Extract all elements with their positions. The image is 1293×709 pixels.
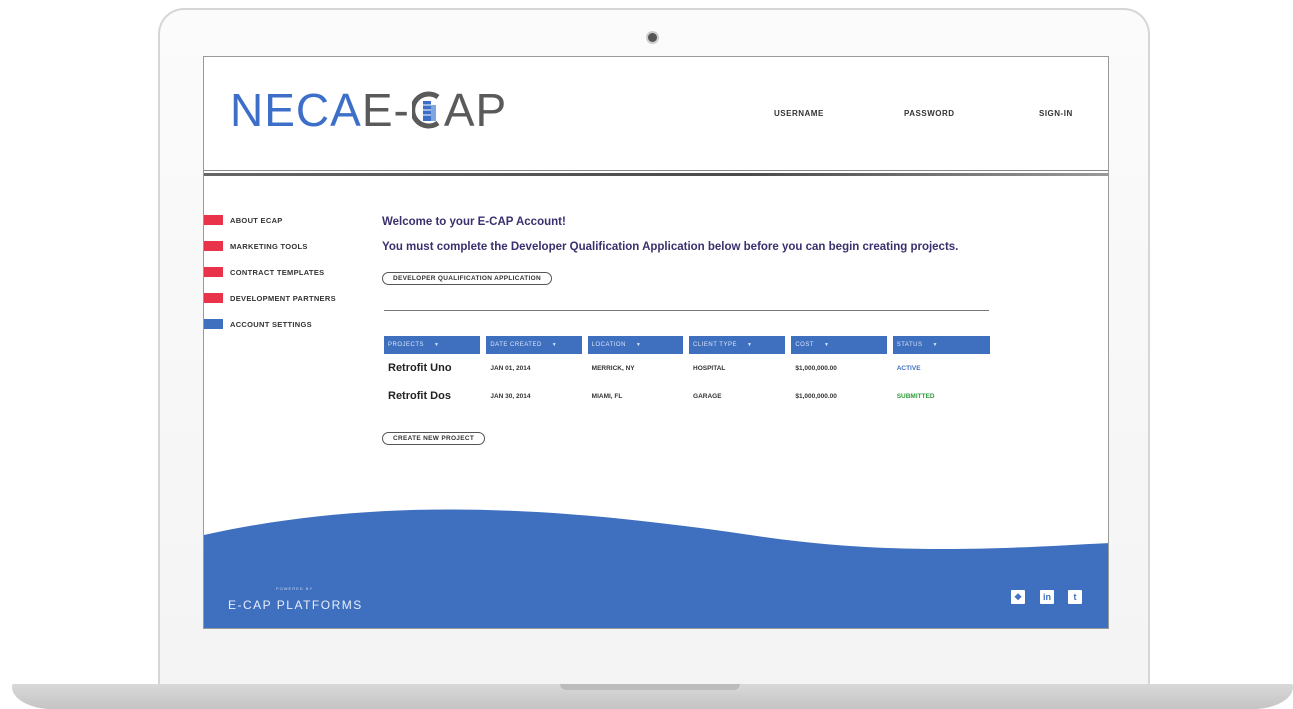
sidebar-marker bbox=[204, 241, 223, 251]
column-header-client-type[interactable]: CLIENT TYPE ▼ bbox=[689, 336, 786, 354]
client-type: HOSPITAL bbox=[693, 364, 726, 372]
project-name[interactable]: Retrofit Uno bbox=[384, 362, 480, 374]
camera-icon bbox=[648, 33, 657, 42]
sidebar-item-about-ecap[interactable]: ABOUT ECAP bbox=[204, 207, 374, 233]
status-badge: SUBMITTED bbox=[896, 392, 935, 400]
client-type: GARAGE bbox=[693, 392, 722, 400]
logo[interactable]: NECA E- AP bbox=[230, 84, 508, 136]
qualification-notice: You must complete the Developer Qualific… bbox=[382, 241, 959, 253]
sign-in-link[interactable]: SIGN-IN bbox=[1039, 109, 1073, 118]
location: MIAMI, FL bbox=[591, 392, 623, 400]
welcome-heading: Welcome to your E-CAP Account! bbox=[382, 216, 566, 228]
sort-arrow-icon: ▼ bbox=[746, 342, 753, 348]
sidebar-marker bbox=[204, 319, 223, 329]
username-link[interactable]: USERNAME bbox=[774, 109, 824, 118]
table-row[interactable]: Retrofit Dos JAN 30, 2014 MIAMI, FL GARA… bbox=[384, 382, 990, 410]
powered-by-label: POWERED BY bbox=[276, 586, 314, 591]
column-header-cost[interactable]: COST ▼ bbox=[791, 336, 887, 354]
sort-arrow-icon: ▼ bbox=[551, 342, 558, 348]
sort-arrow-icon: ▼ bbox=[635, 342, 642, 348]
location: MERRICK, NY bbox=[591, 364, 635, 372]
status-badge: ACTIVE bbox=[896, 364, 921, 372]
logo-ecap: E- AP bbox=[361, 84, 508, 136]
developer-qualification-button[interactable]: DEVELOPER QUALIFICATION APPLICATION bbox=[382, 272, 552, 285]
column-header-location[interactable]: LOCATION ▼ bbox=[587, 336, 684, 354]
sidebar-item-label: CONTRACT TEMPLATES bbox=[230, 267, 325, 277]
cost: $1,000,000.00 bbox=[795, 392, 837, 400]
building-icon bbox=[411, 91, 440, 129]
cost: $1,000,000.00 bbox=[795, 364, 837, 372]
table-header: PROJECTS ▼ DATE CREATED ▼ LOCATION ▼ CLIENT… bbox=[384, 336, 991, 354]
sidebar-item-marketing-tools[interactable]: MARKETING TOOLS bbox=[204, 233, 374, 259]
date-created: JAN 30, 2014 bbox=[490, 392, 531, 400]
sidebar: ABOUT ECAP MARKETING TOOLS CONTRACT TEMP… bbox=[204, 207, 374, 337]
create-new-project-button[interactable]: CREATE NEW PROJECT bbox=[382, 432, 486, 445]
projects-table: PROJECTS ▼ DATE CREATED ▼ LOCATION ▼ CLIENT… bbox=[384, 336, 991, 410]
project-name[interactable]: Retrofit Dos bbox=[384, 390, 480, 402]
table-row[interactable]: Retrofit Uno JAN 01, 2014 MERRICK, NY HO… bbox=[384, 354, 990, 382]
sort-arrow-icon: ▼ bbox=[932, 342, 938, 348]
column-header-date-created[interactable]: DATE CREATED ▼ bbox=[486, 336, 582, 354]
sidebar-item-account-settings[interactable]: ACCOUNT SETTINGS bbox=[204, 311, 374, 337]
sidebar-marker bbox=[204, 267, 223, 277]
header: NECA E- AP USERNAME PASSWORD SIGN-IN bbox=[204, 57, 1108, 171]
sidebar-item-contract-templates[interactable]: CONTRACT TEMPLATES bbox=[204, 259, 374, 285]
column-header-projects[interactable]: PROJECTS ▼ bbox=[384, 336, 481, 354]
linkedin-icon[interactable]: in bbox=[1040, 590, 1054, 604]
password-link[interactable]: PASSWORD bbox=[904, 109, 955, 118]
footer-brand[interactable]: E-CAP PLATFORMS bbox=[228, 598, 363, 612]
sidebar-item-label: ABOUT ECAP bbox=[230, 215, 283, 225]
laptop-notch bbox=[560, 684, 740, 690]
screen: NECA E- AP USERNAME PASSWORD SIGN-IN ABO… bbox=[203, 56, 1109, 629]
column-header-status[interactable]: STATUS ▼ bbox=[892, 336, 991, 354]
sidebar-item-label: ACCOUNT SETTINGS bbox=[230, 319, 312, 329]
sort-arrow-icon: ▼ bbox=[434, 342, 440, 348]
logo-neca: NECA bbox=[230, 84, 362, 136]
sidebar-item-label: MARKETING TOOLS bbox=[230, 241, 308, 251]
twitter-icon[interactable]: t bbox=[1068, 590, 1082, 604]
sidebar-item-label: DEVELOPMENT PARTNERS bbox=[230, 293, 336, 303]
date-created: JAN 01, 2014 bbox=[490, 364, 531, 372]
sidebar-item-development-partners[interactable]: DEVELOPMENT PARTNERS bbox=[204, 285, 374, 311]
sort-arrow-icon: ▼ bbox=[824, 342, 830, 348]
sidebar-marker bbox=[204, 293, 223, 303]
sidebar-marker bbox=[204, 215, 223, 225]
header-divider bbox=[204, 173, 1108, 176]
dropbox-icon[interactable]: ❖ bbox=[1011, 590, 1025, 604]
content-divider bbox=[384, 310, 989, 311]
